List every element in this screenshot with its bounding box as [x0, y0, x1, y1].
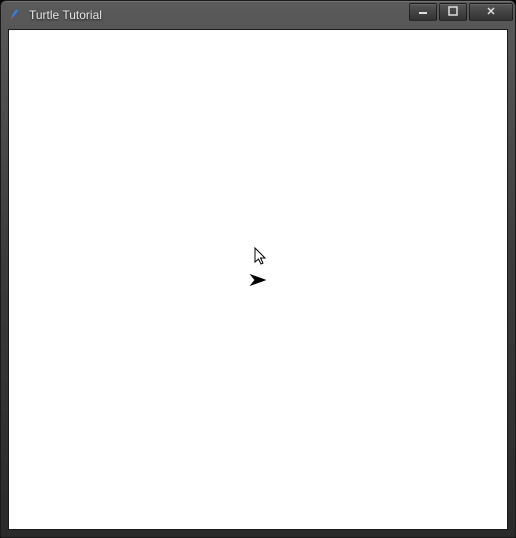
client-area [8, 29, 508, 530]
window-frame: Turtle Tutorial [0, 0, 516, 538]
close-button[interactable] [469, 3, 513, 21]
mouse-pointer-icon [254, 247, 268, 267]
minimize-icon [418, 6, 428, 19]
titlebar-left: Turtle Tutorial [7, 7, 102, 23]
maximize-button[interactable] [439, 3, 467, 21]
window-title: Turtle Tutorial [29, 8, 102, 22]
tk-feather-icon [7, 7, 23, 23]
close-icon [486, 6, 496, 19]
titlebar[interactable]: Turtle Tutorial [1, 1, 515, 29]
minimize-button[interactable] [409, 3, 437, 21]
window-controls [409, 3, 515, 23]
turtle-cursor [249, 273, 267, 287]
turtle-canvas[interactable] [9, 30, 507, 529]
maximize-icon [448, 6, 458, 19]
